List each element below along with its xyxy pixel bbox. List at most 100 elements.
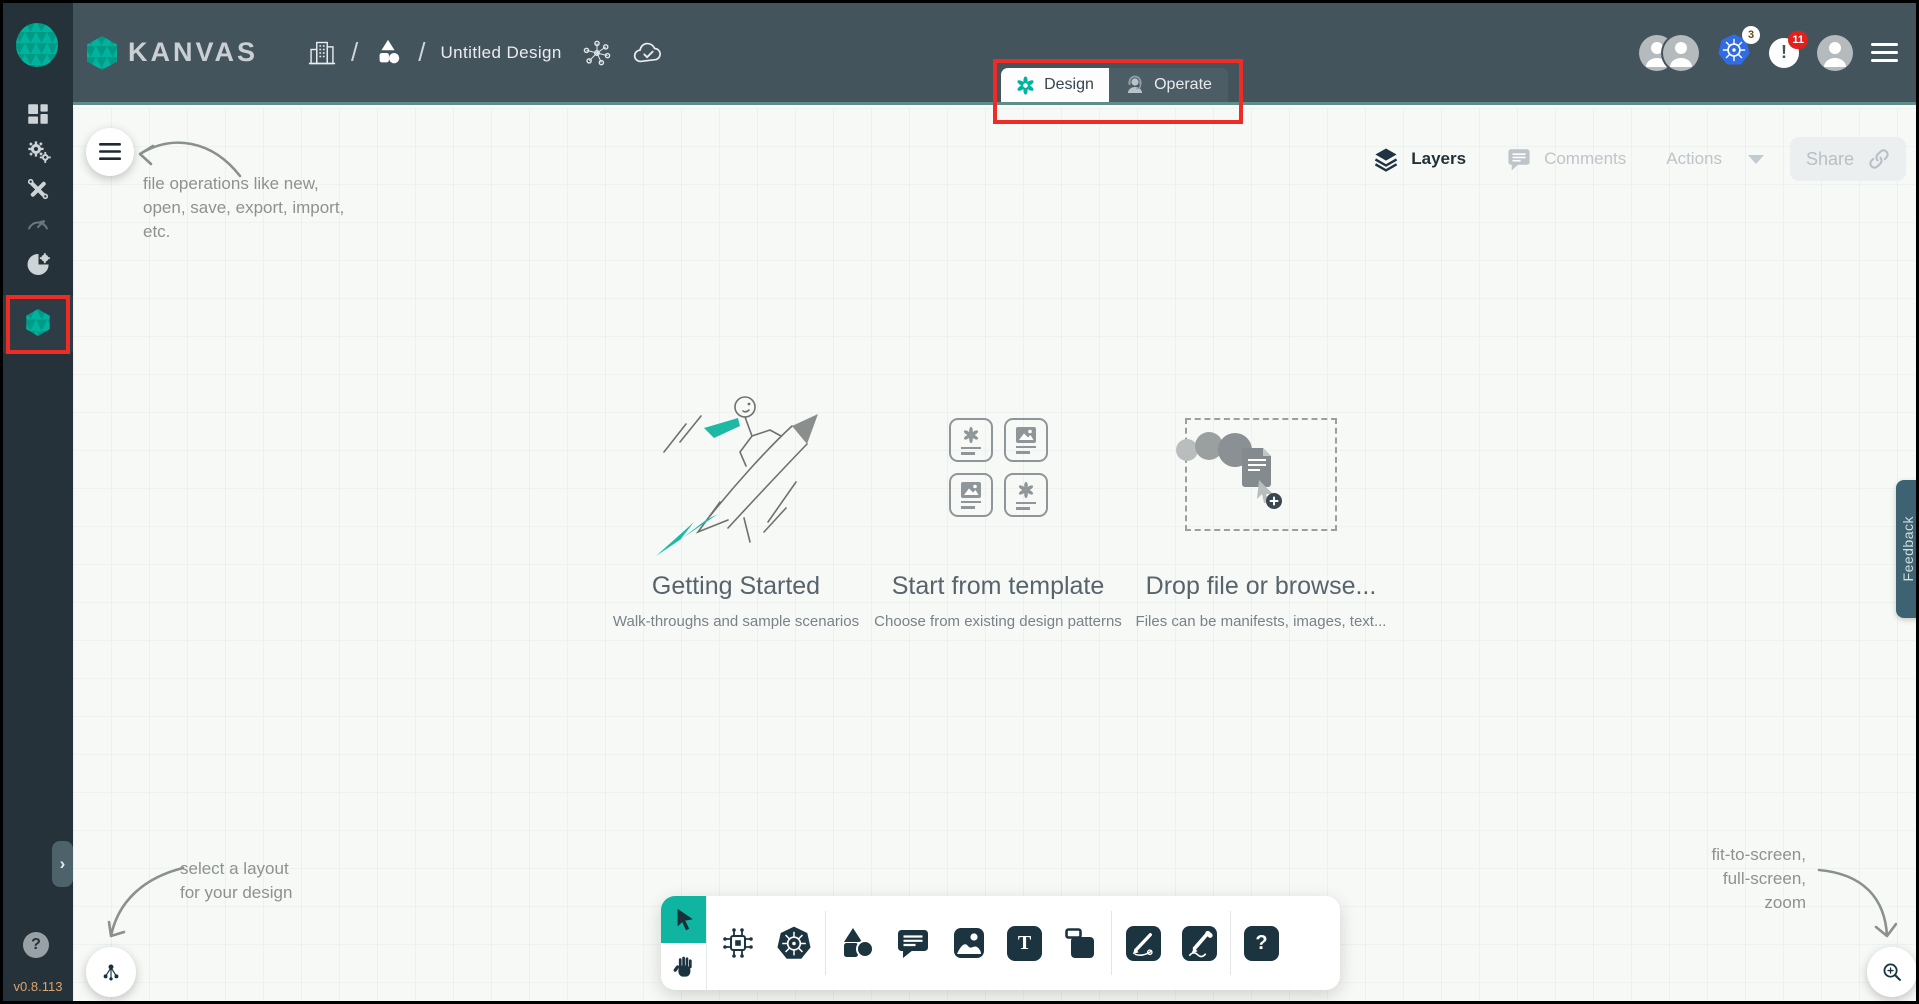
shapes-tool[interactable] bbox=[839, 925, 875, 961]
drop-file-illustration bbox=[1171, 422, 1291, 517]
note-tool[interactable] bbox=[1062, 925, 1098, 961]
layer5-logo-icon[interactable] bbox=[14, 21, 60, 74]
feedback-tab[interactable]: Feedback bbox=[1896, 480, 1916, 618]
actions-caret-icon bbox=[1748, 155, 1764, 164]
annotation-file-ops: file operations like new, open, save, ex… bbox=[143, 172, 344, 244]
toolbar: T bbox=[661, 896, 1340, 990]
design-graph-icon[interactable] bbox=[583, 39, 611, 67]
header-actions: 3 ! 11 bbox=[1639, 33, 1916, 72]
annotation-arrow-layout bbox=[98, 860, 188, 950]
kanvas-sidebar-icon bbox=[24, 308, 52, 337]
pan-hand-icon bbox=[672, 954, 696, 980]
card-subtitle: Files can be manifests, images, text... bbox=[1101, 613, 1421, 630]
collaborator-avatar-icon bbox=[1663, 35, 1699, 71]
comments-icon bbox=[1506, 146, 1532, 172]
tab-operate[interactable]: Operate bbox=[1109, 68, 1228, 102]
help-button[interactable]: ? bbox=[23, 932, 49, 958]
pen-tool[interactable] bbox=[1125, 925, 1161, 961]
layers-icon bbox=[1373, 146, 1399, 172]
kubernetes-count-badge: 3 bbox=[1742, 26, 1760, 44]
sidebar-item-extensions[interactable] bbox=[3, 251, 73, 278]
kanvas-brand[interactable]: KANVAS bbox=[85, 35, 258, 71]
zoom-magnifier-icon bbox=[1879, 959, 1905, 985]
help-tool-icon: ? bbox=[1255, 932, 1267, 955]
sidebar-item-settings[interactable] bbox=[3, 138, 73, 165]
share-label: Share bbox=[1806, 149, 1854, 170]
layers-label: Layers bbox=[1411, 149, 1466, 169]
file-menu-button[interactable] bbox=[86, 128, 134, 176]
pencil-tool[interactable] bbox=[1181, 925, 1217, 961]
template-tiles bbox=[949, 418, 1048, 517]
text-tool[interactable]: T bbox=[1007, 926, 1042, 961]
menu-icon bbox=[99, 143, 121, 161]
layout-button[interactable] bbox=[86, 947, 136, 997]
comment-tool[interactable] bbox=[895, 925, 931, 961]
cloud-saved-icon[interactable] bbox=[632, 39, 664, 67]
tab-design[interactable]: Design bbox=[1001, 68, 1109, 102]
annotation-arrow-zoom bbox=[1815, 856, 1897, 946]
card-title: Drop file or browse... bbox=[1101, 572, 1421, 601]
extensions-icon bbox=[25, 251, 52, 278]
app-version: v0.8.113 bbox=[3, 979, 73, 994]
kanvas-wordmark: KANVAS bbox=[128, 37, 258, 68]
template-tile bbox=[949, 418, 993, 462]
settings-gears-icon bbox=[25, 138, 52, 165]
actions-dropdown[interactable]: Actions bbox=[1666, 149, 1764, 169]
comment-tool-icon bbox=[895, 925, 931, 961]
sidebar-item-performance[interactable] bbox=[3, 212, 73, 236]
workspace-shapes-icon[interactable] bbox=[373, 38, 403, 68]
template-tile bbox=[949, 473, 993, 517]
component-tool[interactable] bbox=[720, 925, 756, 961]
comments-label: Comments bbox=[1544, 149, 1626, 169]
select-tool[interactable] bbox=[661, 896, 706, 943]
design-spiral-icon bbox=[1016, 76, 1035, 95]
image-tool-icon bbox=[951, 925, 987, 961]
annotation-layout: select a layout for your design bbox=[180, 857, 292, 905]
rocket-doodle bbox=[646, 390, 826, 560]
layers-button[interactable]: Layers bbox=[1373, 146, 1466, 172]
pen-tool-icon bbox=[1126, 926, 1161, 961]
kanvas-logo-icon bbox=[85, 35, 119, 71]
card-drop-file[interactable]: Drop file or browse... Files can be mani… bbox=[1101, 390, 1421, 630]
select-cursor-icon bbox=[672, 907, 696, 933]
comments-button[interactable]: Comments bbox=[1506, 146, 1626, 172]
drop-zone[interactable] bbox=[1185, 418, 1337, 531]
kubernetes-tool[interactable] bbox=[776, 925, 812, 961]
collaborator-avatars[interactable] bbox=[1639, 35, 1699, 71]
hamburger-menu-icon[interactable] bbox=[1871, 38, 1898, 67]
sidebar-item-toolkit[interactable] bbox=[3, 176, 73, 202]
mode-tabs: Design Operate bbox=[1001, 68, 1228, 102]
pencil-tool-icon bbox=[1182, 926, 1217, 961]
template-tile bbox=[1004, 473, 1048, 517]
template-tile bbox=[1004, 418, 1048, 462]
toolbar-group-components bbox=[707, 896, 825, 990]
design-title[interactable]: Untitled Design bbox=[440, 43, 561, 63]
component-circuit-icon bbox=[720, 925, 756, 961]
toolbar-group-help: ? bbox=[1231, 896, 1292, 990]
kubernetes-tool-icon bbox=[776, 925, 812, 962]
breadcrumb: / / Untitled Design bbox=[308, 37, 664, 68]
toolbar-group-draw bbox=[1112, 896, 1230, 990]
operate-headset-icon bbox=[1125, 75, 1145, 95]
text-tool-icon: T bbox=[1018, 932, 1031, 955]
sidebar: › ? v0.8.113 bbox=[3, 3, 73, 1001]
pan-tool[interactable] bbox=[661, 943, 706, 990]
breadcrumb-separator: / bbox=[418, 37, 425, 68]
annotation-zoom: fit-to-screen, full-screen, zoom bbox=[1712, 843, 1806, 915]
sidebar-item-kanvas[interactable] bbox=[3, 308, 73, 337]
sidebar-item-dashboard[interactable] bbox=[3, 101, 73, 127]
image-tool[interactable] bbox=[951, 925, 987, 961]
organization-icon[interactable] bbox=[308, 38, 336, 68]
help-tool[interactable]: ? bbox=[1244, 926, 1279, 961]
design-canvas[interactable]: file operations like new, open, save, ex… bbox=[73, 108, 1916, 1001]
actions-label: Actions bbox=[1666, 149, 1722, 169]
tab-operate-label: Operate bbox=[1154, 76, 1212, 94]
notifications[interactable]: ! 11 bbox=[1769, 38, 1799, 68]
share-button[interactable]: Share bbox=[1790, 137, 1906, 181]
zoom-button[interactable] bbox=[1867, 947, 1916, 997]
user-avatar-icon[interactable] bbox=[1817, 35, 1853, 71]
kubernetes-status[interactable]: 3 bbox=[1717, 33, 1751, 72]
kanvas-app: › ? v0.8.113 KANVAS / bbox=[0, 0, 1919, 1004]
expand-chevron-icon[interactable]: › bbox=[52, 841, 73, 887]
breadcrumb-separator: / bbox=[351, 37, 358, 68]
